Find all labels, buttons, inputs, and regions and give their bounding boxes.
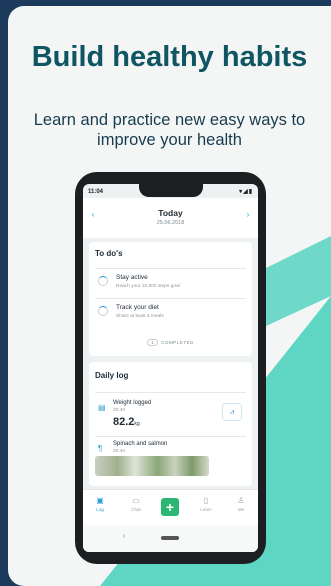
- date-title: Today: [158, 208, 183, 218]
- date-header: ‹ Today 25.06.2018 ›: [83, 198, 258, 238]
- person-icon: ♙: [237, 496, 245, 505]
- tab-label: Log: [96, 507, 104, 512]
- tab-me[interactable]: ♙ Me: [228, 496, 254, 512]
- bottom-tab-bar: ▣ Log ▭ Chat + ▯ Learn ♙ Me: [83, 489, 258, 526]
- log-time: 20:40: [113, 408, 126, 413]
- promo-card: Build healthy habits Learn and practice …: [8, 6, 331, 586]
- progress-ring-icon: [98, 276, 108, 286]
- chevron-right-icon[interactable]: ›: [243, 210, 253, 220]
- meal-photo[interactable]: [95, 456, 209, 476]
- todo-item[interactable]: Stay active Reach your 10,000 steps goal: [95, 268, 246, 293]
- todos-title: To do's: [95, 249, 123, 258]
- tab-learn[interactable]: ▯ Learn: [193, 496, 219, 512]
- weight-number: 82.2: [113, 416, 135, 428]
- tab-log[interactable]: ▣ Log: [87, 496, 113, 512]
- log-item-weight[interactable]: ▤ Weight logged 20:40 82.2kg ⩘: [95, 392, 246, 433]
- todo-subtitle: Share at least 3 meals: [116, 314, 164, 319]
- scale-icon: ▤: [98, 403, 106, 412]
- todo-title: Track your diet: [116, 304, 159, 311]
- app-screen: 11:04 ▾◢▮ ‹ Today 25.06.2018 › To do's S…: [83, 184, 258, 552]
- todo-item[interactable]: Track your diet Share at least 3 meals: [95, 298, 246, 323]
- system-nav-bar: ‹: [83, 525, 258, 552]
- fork-knife-icon: ¶: [98, 444, 103, 453]
- progress-ring-icon: [98, 306, 108, 316]
- completed-count: 1: [147, 339, 159, 346]
- subline: Learn and practice new easy ways to impr…: [33, 111, 306, 149]
- log-title: Weight logged: [113, 400, 152, 406]
- tab-label: Me: [237, 507, 245, 512]
- tab-label: Learn: [200, 507, 212, 512]
- date-subtitle: 25.06.2018: [156, 220, 185, 226]
- chat-icon: ▭: [132, 496, 140, 505]
- completed-label: COMPLETED: [161, 340, 194, 345]
- log-time: 20:40: [113, 449, 126, 454]
- back-icon[interactable]: ‹: [123, 533, 125, 540]
- camera-notch: [139, 184, 203, 197]
- weight-value: 82.2kg: [113, 416, 140, 428]
- log-title: Spinach and salmon: [113, 441, 168, 447]
- completed-toggle[interactable]: 1 COMPLETED: [89, 339, 252, 346]
- todo-subtitle: Reach your 10,000 steps goal: [116, 284, 180, 289]
- todo-title: Stay active: [116, 274, 148, 281]
- log-icon: ▣: [96, 496, 104, 505]
- status-time: 11:04: [88, 189, 104, 195]
- tab-label: Chat: [131, 507, 141, 512]
- home-indicator[interactable]: [161, 536, 179, 540]
- chart-icon[interactable]: ⩘: [222, 403, 242, 421]
- daily-log-title: Daily log: [95, 371, 129, 380]
- weight-unit: kg: [134, 421, 140, 427]
- headline: Build healthy habits: [31, 41, 308, 73]
- tab-chat[interactable]: ▭ Chat: [123, 496, 149, 512]
- status-icons: ▾◢▮: [239, 189, 253, 195]
- book-icon: ▯: [203, 496, 209, 505]
- todos-panel: To do's Stay active Reach your 10,000 st…: [89, 242, 252, 356]
- phone-mockup: 11:04 ▾◢▮ ‹ Today 25.06.2018 › To do's S…: [75, 172, 266, 564]
- plus-icon[interactable]: +: [161, 498, 179, 516]
